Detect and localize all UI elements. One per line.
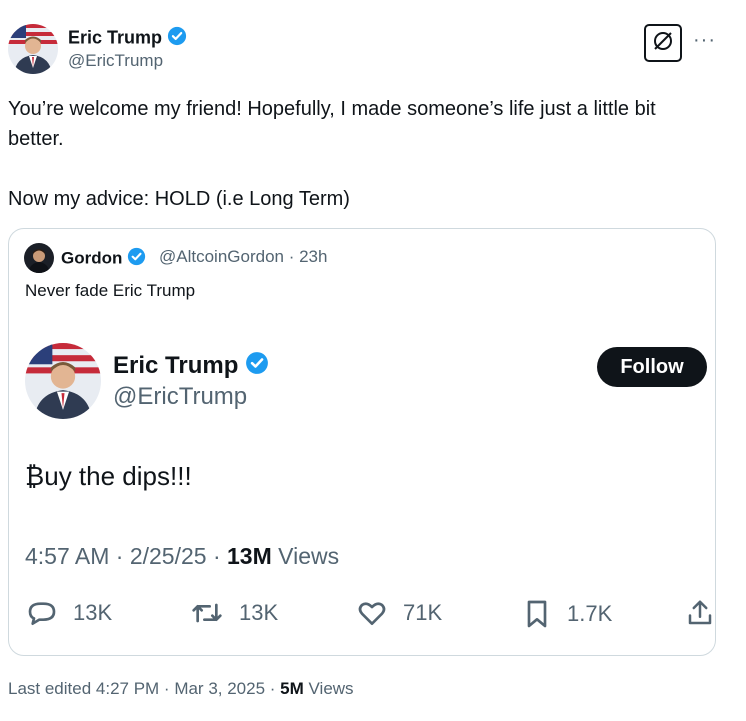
quoted-tweet[interactable]: Gordon @AltcoinGordon · 23h Never fade E… [8,228,716,656]
embedded-views-count: 13M [227,543,272,569]
quote-author-name-text: Gordon [61,248,123,268]
reply-count: 13K [73,600,113,625]
like-count: 71K [403,600,443,625]
quote-text: Never fade Eric Trump [25,281,196,300]
author-name[interactable]: Eric Trump [68,26,187,51]
embedded-author-name-text: Eric Trump [113,351,239,379]
reply-icon [25,597,73,629]
repost-icon [189,597,239,629]
bookmark-icon [521,597,567,631]
quote-author-name[interactable]: Gordon [61,247,146,271]
author-avatar[interactable] [8,24,58,74]
grok-button[interactable] [644,24,682,62]
embedded-tweet-text: ₿uy the dips!!! [25,461,192,491]
like-action: 71K [355,597,442,629]
quote-author-handle: @AltcoinGordon · 23h [159,247,328,266]
embedded-tweet-meta: 4:57 AM · 2/25/25 · 13M Views [25,543,339,570]
share-action [685,597,729,629]
embedded-timestamp: 4:57 AM · 2/25/25 · [25,543,228,569]
grok-icon [651,29,675,58]
tweet-text: You’re welcome my friend! Hopefully, I m… [8,98,656,210]
follow-button[interactable]: Follow [597,347,707,387]
repost-count: 13K [239,600,279,625]
author-name-text: Eric Trump [68,27,163,48]
tweet-meta: Last edited 4:27 PM · Mar 3, 2025 · 5M V… [8,679,354,699]
repost-action: 13K [189,597,278,629]
verified-badge-icon [245,351,269,382]
tweet: Eric Trump @EricTrump ··· You’re welcome… [0,0,746,721]
bookmark-action: 1.7K [521,597,612,631]
views-label: Views [308,679,354,698]
like-icon [355,597,403,629]
more-icon[interactable]: ··· [693,30,716,50]
embedded-author-name: Eric Trump [113,351,269,382]
views-count: 5M [280,679,304,698]
author-handle[interactable]: @EricTrump [68,51,163,71]
embedded-author-handle: @EricTrump [113,383,248,410]
reply-action: 13K [25,597,112,629]
bookmark-count: 1.7K [567,601,613,626]
verified-badge-icon [127,247,146,271]
embedded-views-label: Views [278,543,340,569]
verified-badge-icon [167,26,187,51]
last-edited[interactable]: Last edited 4:27 PM · Mar 3, 2025 · [8,679,280,698]
quote-author-avatar[interactable] [24,243,54,273]
embedded-author-avatar [25,343,101,419]
share-icon [685,597,729,629]
